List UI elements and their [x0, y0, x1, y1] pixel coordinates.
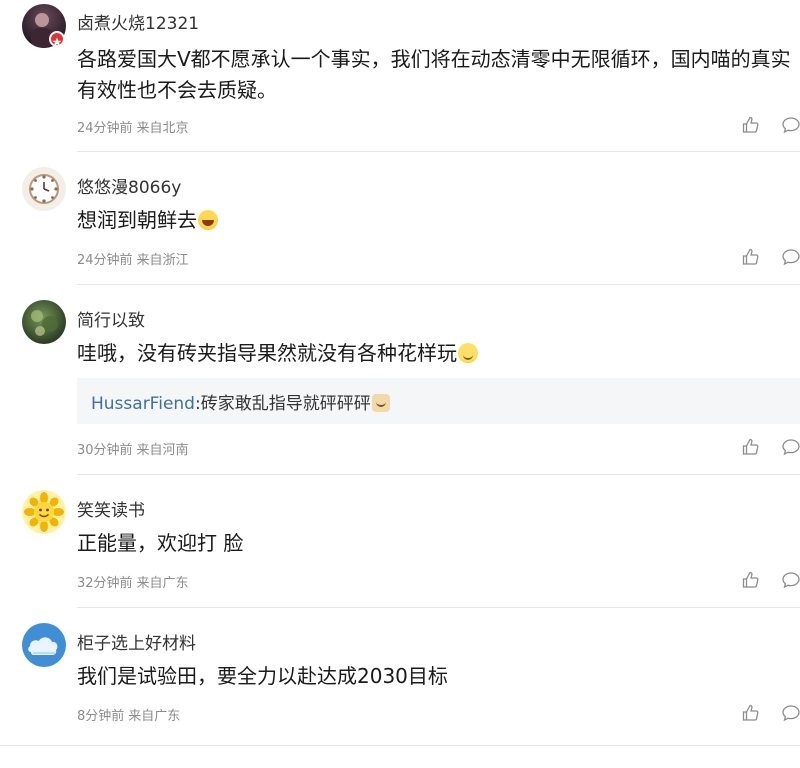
- comment-time: 8分钟前: [77, 709, 125, 724]
- comment-username[interactable]: 悠悠漫8066y: [77, 173, 181, 198]
- comment-bubble-icon[interactable]: [781, 703, 800, 723]
- comment-time: 24分钟前: [77, 253, 133, 268]
- thumbs-up-icon[interactable]: [741, 703, 761, 723]
- comment-content: 各路爱国大V都不愿承认一个事实，我们将在动态清零中无限循环，国内喵的真实有效性也…: [77, 44, 793, 106]
- comment-username[interactable]: 卤煮火烧12321: [77, 9, 199, 34]
- divider: [77, 151, 800, 152]
- divider: [77, 284, 800, 285]
- avatar[interactable]: [22, 167, 66, 211]
- comment-text: 想润到朝鲜去: [77, 208, 197, 232]
- comment-bubble-icon[interactable]: [781, 115, 800, 135]
- reply-text: 砖家敢乱指导就砰砰砰: [200, 394, 371, 414]
- comment-bubble-icon[interactable]: [781, 437, 800, 457]
- thumbs-up-icon[interactable]: [741, 115, 761, 135]
- comment-text: 各路爱国大V都不愿承认一个事实，我们将在动态清零中无限循环，国内喵的真实有效性也…: [77, 47, 791, 102]
- comment-text: 我们是试验田，要全力以赴达成2030目标: [77, 664, 448, 688]
- doge-emoji-icon: [371, 394, 390, 412]
- divider: [0, 745, 800, 746]
- comment-username[interactable]: 简行以致: [77, 306, 145, 331]
- comment-text: 正能量，欢迎打 脸: [77, 531, 244, 555]
- comment-content: 想润到朝鲜去: [77, 205, 793, 236]
- avatar[interactable]: [22, 300, 66, 344]
- laugh-emoji-icon: [198, 210, 218, 230]
- reply-line: HussarFiend:砖家敢乱指导就砰砰砰: [91, 389, 390, 414]
- comment-meta: 24分钟前 来自北京: [77, 117, 189, 136]
- comment-meta: 24分钟前 来自浙江: [77, 249, 189, 268]
- comment-time: 30分钟前: [77, 443, 133, 458]
- comment-location: 来自广东: [136, 576, 189, 591]
- comment-content: 我们是试验田，要全力以赴达成2030目标: [77, 661, 793, 692]
- comment-meta: 30分钟前 来自河南: [77, 439, 189, 458]
- avatar[interactable]: [22, 490, 66, 534]
- comment-content: 哇哦，没有砖夹指导果然就没有各种花样玩: [77, 338, 793, 369]
- comment-username[interactable]: 笑笑读书: [77, 496, 145, 521]
- comment-meta: 8分钟前 来自广东: [77, 705, 180, 724]
- thumbs-up-icon[interactable]: [741, 570, 761, 590]
- comment-text: 哇哦，没有砖夹指导果然就没有各种花样玩: [77, 341, 457, 365]
- comment-time: 24分钟前: [77, 121, 133, 136]
- verified-badge-icon: [49, 31, 65, 47]
- comment-location: 来自北京: [136, 121, 189, 136]
- comment-username[interactable]: 柜子选上好材料: [77, 629, 196, 654]
- thumbs-up-icon[interactable]: [741, 437, 761, 457]
- divider: [77, 474, 800, 475]
- comment-content: 正能量，欢迎打 脸: [77, 528, 793, 559]
- smile-emoji-icon: [458, 343, 478, 363]
- comment-meta: 32分钟前 来自广东: [77, 572, 189, 591]
- comment-bubble-icon[interactable]: [781, 570, 800, 590]
- thumbs-up-icon[interactable]: [741, 247, 761, 267]
- comment-location: 来自广东: [128, 709, 181, 724]
- reply-preview[interactable]: HussarFiend:砖家敢乱指导就砰砰砰: [77, 378, 800, 424]
- comment-time: 32分钟前: [77, 576, 133, 591]
- reply-username[interactable]: HussarFiend: [91, 394, 195, 414]
- avatar[interactable]: [22, 623, 66, 667]
- comment-bubble-icon[interactable]: [781, 247, 800, 267]
- divider: [77, 607, 800, 608]
- comment-location: 来自浙江: [136, 253, 189, 268]
- comment-location: 来自河南: [136, 443, 189, 458]
